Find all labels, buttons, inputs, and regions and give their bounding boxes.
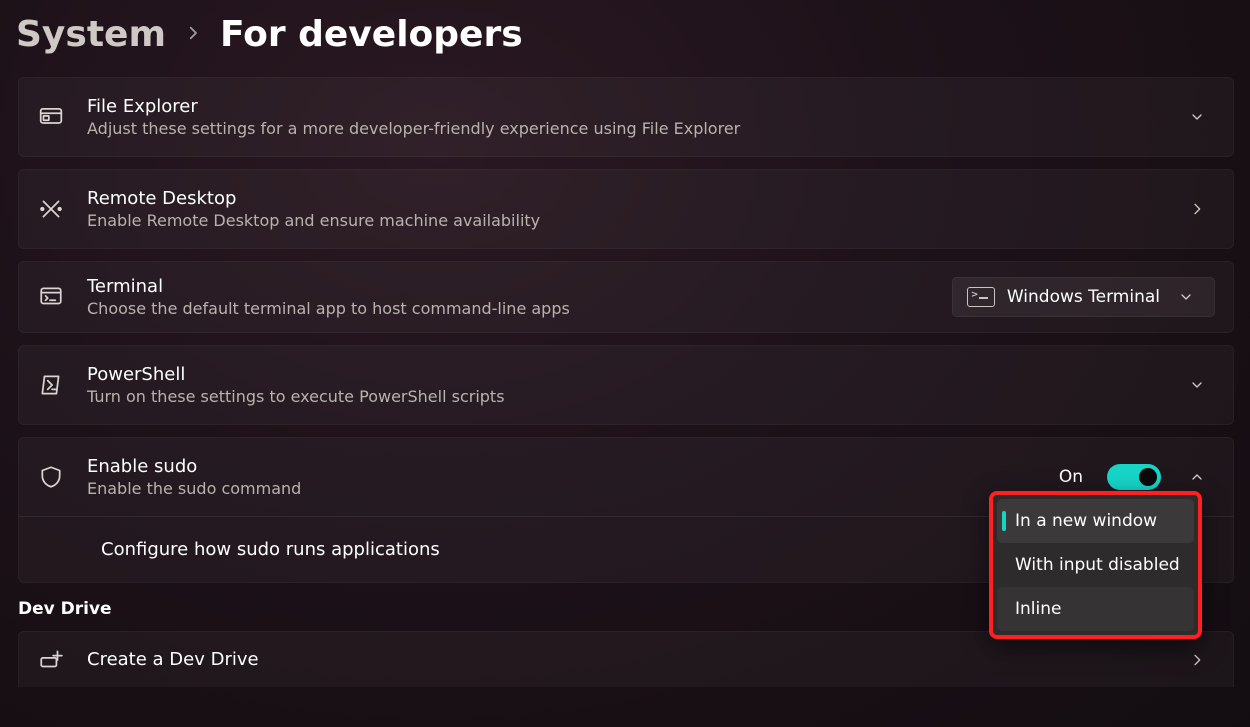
dropdown-selected: Windows Terminal (1007, 287, 1160, 307)
card-title: PowerShell (87, 364, 1161, 385)
setting-card-create-dev-drive[interactable]: Create a Dev Drive (18, 631, 1234, 687)
card-subtitle: Turn on these settings to execute PowerS… (87, 387, 1161, 406)
card-title: File Explorer (87, 96, 1161, 117)
sudo-mode-dropdown-menu: In a new window With input disabled Inli… (989, 491, 1202, 639)
card-subtitle: Enable Remote Desktop and ensure machine… (87, 211, 1161, 230)
card-title: Remote Desktop (87, 188, 1161, 209)
breadcrumb: System For developers (16, 14, 1238, 55)
card-subtitle: Adjust these settings for a more develop… (87, 119, 1161, 138)
card-subtitle: Enable the sudo command (87, 479, 1037, 498)
terminal-icon (37, 284, 65, 310)
windows-terminal-icon: > (967, 287, 995, 307)
chevron-right-icon (1183, 652, 1211, 668)
page-title: For developers (220, 14, 523, 55)
sudo-mode-option-input-disabled[interactable]: With input disabled (997, 543, 1194, 587)
sudo-mode-option-new-window[interactable]: In a new window (997, 499, 1194, 543)
toggle-state-label: On (1059, 467, 1083, 487)
setting-card-terminal: Terminal Choose the default terminal app… (18, 261, 1234, 333)
chevron-right-icon (184, 24, 202, 46)
chevron-down-icon (1172, 289, 1200, 305)
powershell-icon (37, 372, 65, 398)
breadcrumb-parent[interactable]: System (16, 14, 166, 55)
chevron-right-icon (1183, 201, 1211, 217)
card-subtitle: Choose the default terminal app to host … (87, 299, 930, 318)
setting-card-remote-desktop[interactable]: Remote Desktop Enable Remote Desktop and… (18, 169, 1234, 249)
terminal-app-dropdown[interactable]: > Windows Terminal (952, 277, 1215, 317)
card-title: Enable sudo (87, 456, 1037, 477)
card-title: Terminal (87, 276, 930, 297)
setting-card-powershell[interactable]: PowerShell Turn on these settings to exe… (18, 345, 1234, 425)
shield-icon (37, 464, 65, 490)
sudo-toggle[interactable] (1107, 464, 1161, 490)
sudo-mode-option-inline[interactable]: Inline (997, 587, 1194, 631)
sudo-config-row: Configure how sudo runs applications In … (18, 517, 1234, 583)
chevron-up-icon (1183, 469, 1211, 485)
folder-icon (37, 104, 65, 130)
drive-add-icon (37, 647, 65, 673)
chevron-down-icon (1183, 377, 1211, 393)
setting-card-file-explorer[interactable]: File Explorer Adjust these settings for … (18, 77, 1234, 157)
chevron-down-icon (1183, 109, 1211, 125)
remote-desktop-icon (37, 196, 65, 222)
card-title: Create a Dev Drive (87, 649, 1161, 670)
